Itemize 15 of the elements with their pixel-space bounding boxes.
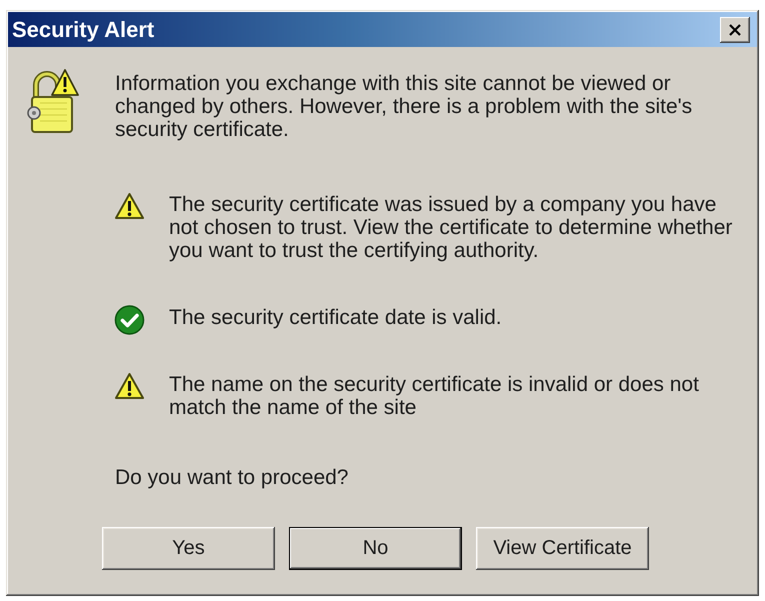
warning-icon (114, 372, 145, 400)
check-icon (114, 305, 145, 335)
close-button[interactable] (720, 16, 750, 42)
dialog-button[interactable]: Yes (102, 527, 275, 570)
close-icon (728, 24, 742, 36)
question-text: Do you want to proceed? (115, 466, 350, 489)
dialog-button[interactable]: View Certificate (476, 527, 649, 570)
lock-warning-icon (27, 68, 79, 134)
warning-icon (114, 192, 145, 220)
check-message: The security certificate was issued by a company you have not chosen to trust. View the certificate to determine whether you want to trust the certifying authority. (169, 193, 734, 262)
check-message: The name on the security certificate is invalid or does not match the name of the site (169, 373, 700, 419)
dialog-button[interactable]: No (289, 527, 462, 570)
check-message: The security certificate date is valid. (169, 306, 503, 329)
intro-text: Information you exchange with this site cannot be viewed or changed by others. However, there is a problem with the site's security certificate. (115, 72, 694, 141)
window-title: Security Alert (12, 16, 154, 42)
